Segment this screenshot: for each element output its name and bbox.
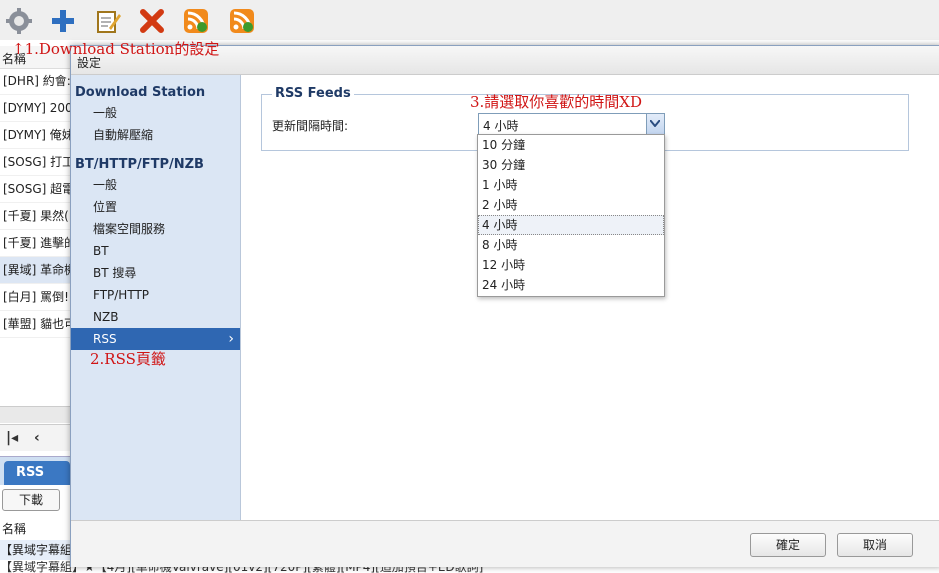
- rss-icon[interactable]: [183, 8, 209, 34]
- list-item[interactable]: [DHR] 約會:: [0, 68, 70, 95]
- pager: |◂ ‹: [0, 424, 70, 451]
- sidebar-item-location[interactable]: 位置: [71, 196, 240, 218]
- dropdown-option[interactable]: 1 小時: [478, 175, 664, 195]
- sidebar-item-bt-general[interactable]: 一般: [71, 174, 240, 196]
- sidebar-item-general[interactable]: 一般: [71, 102, 240, 124]
- horizontal-scrollbar[interactable]: [0, 406, 70, 423]
- update-interval-select[interactable]: 4 小時: [478, 113, 665, 135]
- dropdown-option[interactable]: 24 小時: [478, 275, 664, 295]
- gear-icon[interactable]: [6, 8, 32, 34]
- sidebar-item-nzb[interactable]: NZB: [71, 306, 240, 328]
- rss-refresh-icon[interactable]: [229, 8, 255, 34]
- dropdown-option-selected[interactable]: 4 小時: [478, 215, 664, 235]
- edit-icon[interactable]: [95, 8, 121, 34]
- sidebar-item-file-hosting[interactable]: 檔案空間服務: [71, 218, 240, 240]
- list-item[interactable]: [白月] 罵倒!: [0, 284, 70, 311]
- chevron-right-icon: ›: [228, 331, 234, 347]
- add-icon[interactable]: [50, 8, 76, 34]
- dialog-footer: 確定 取消: [71, 520, 939, 567]
- background-list: [DHR] 約會: [DYMY] 200 [DYMY] 俺妹 [SOSG] 打工…: [0, 68, 70, 338]
- first-page-icon[interactable]: |◂: [6, 430, 18, 446]
- tab-rss-feeds[interactable]: RSS Feed: [4, 461, 70, 504]
- fieldset-legend: RSS Feeds: [272, 86, 354, 101]
- sidebar-heading-download-station: Download Station: [75, 85, 206, 100]
- list-header-2[interactable]: 名稱: [2, 520, 26, 537]
- list-item[interactable]: [華盟] 貓也可: [0, 311, 70, 338]
- update-interval-label: 更新間隔時間:: [272, 119, 349, 133]
- sidebar-item-bt-search[interactable]: BT 搜尋: [71, 262, 240, 284]
- cancel-button[interactable]: 取消: [837, 533, 913, 557]
- sidebar-item-ftp-http[interactable]: FTP/HTTP: [71, 284, 240, 306]
- file-row[interactable]: 【異域字幕組: [0, 540, 70, 560]
- dropdown-option[interactable]: 8 小時: [478, 235, 664, 255]
- annotation-step-1: ↑1.Download Station的設定: [12, 40, 220, 58]
- annotation-step-3: 3.請選取你喜歡的時間XD: [470, 93, 643, 111]
- download-button[interactable]: 下載: [2, 489, 60, 511]
- select-value: 4 小時: [483, 119, 519, 133]
- toolbar: [0, 0, 939, 40]
- dropdown-option[interactable]: 12 小時: [478, 255, 664, 275]
- update-interval-dropdown: 10 分鐘 30 分鐘 1 小時 2 小時 4 小時 8 小時 12 小時 24…: [477, 134, 665, 297]
- ok-button[interactable]: 確定: [750, 533, 826, 557]
- dropdown-option[interactable]: 10 分鐘: [478, 135, 664, 155]
- sidebar-heading-bt: BT/HTTP/FTP/NZB: [75, 157, 204, 172]
- list-item[interactable]: [異域] 革命機: [0, 257, 70, 284]
- sidebar-item-auto-extract[interactable]: 自動解壓縮: [71, 124, 240, 146]
- sidebar-item-bt[interactable]: BT: [71, 240, 240, 262]
- list-item[interactable]: [千夏] 進擊的: [0, 230, 70, 257]
- list-item[interactable]: [DYMY] 200: [0, 95, 70, 122]
- bottom-tabbar: RSS Feed: [0, 456, 70, 504]
- sidebar-item-label: RSS: [93, 332, 117, 346]
- dropdown-option[interactable]: 2 小時: [478, 195, 664, 215]
- list-item[interactable]: [SOSG] 超電: [0, 176, 70, 203]
- settings-sidebar: Download Station 一般 自動解壓縮 BT/HTTP/FTP/NZ…: [71, 75, 241, 520]
- sidebar-item-rss[interactable]: RSS ›: [71, 328, 240, 350]
- prev-page-icon[interactable]: ‹: [34, 430, 40, 446]
- list-item[interactable]: [千夏] 果然(: [0, 203, 70, 230]
- delete-icon[interactable]: [139, 8, 165, 34]
- list-item[interactable]: [SOSG] 打工: [0, 149, 70, 176]
- list-item[interactable]: [DYMY] 俺妹: [0, 122, 70, 149]
- settings-dialog: 設定 Download Station 一般 自動解壓縮 BT/HTTP/FTP…: [70, 45, 939, 567]
- dropdown-option[interactable]: 30 分鐘: [478, 155, 664, 175]
- annotation-step-2: 2.RSS頁籤: [90, 350, 166, 368]
- chevron-down-icon[interactable]: [646, 114, 664, 134]
